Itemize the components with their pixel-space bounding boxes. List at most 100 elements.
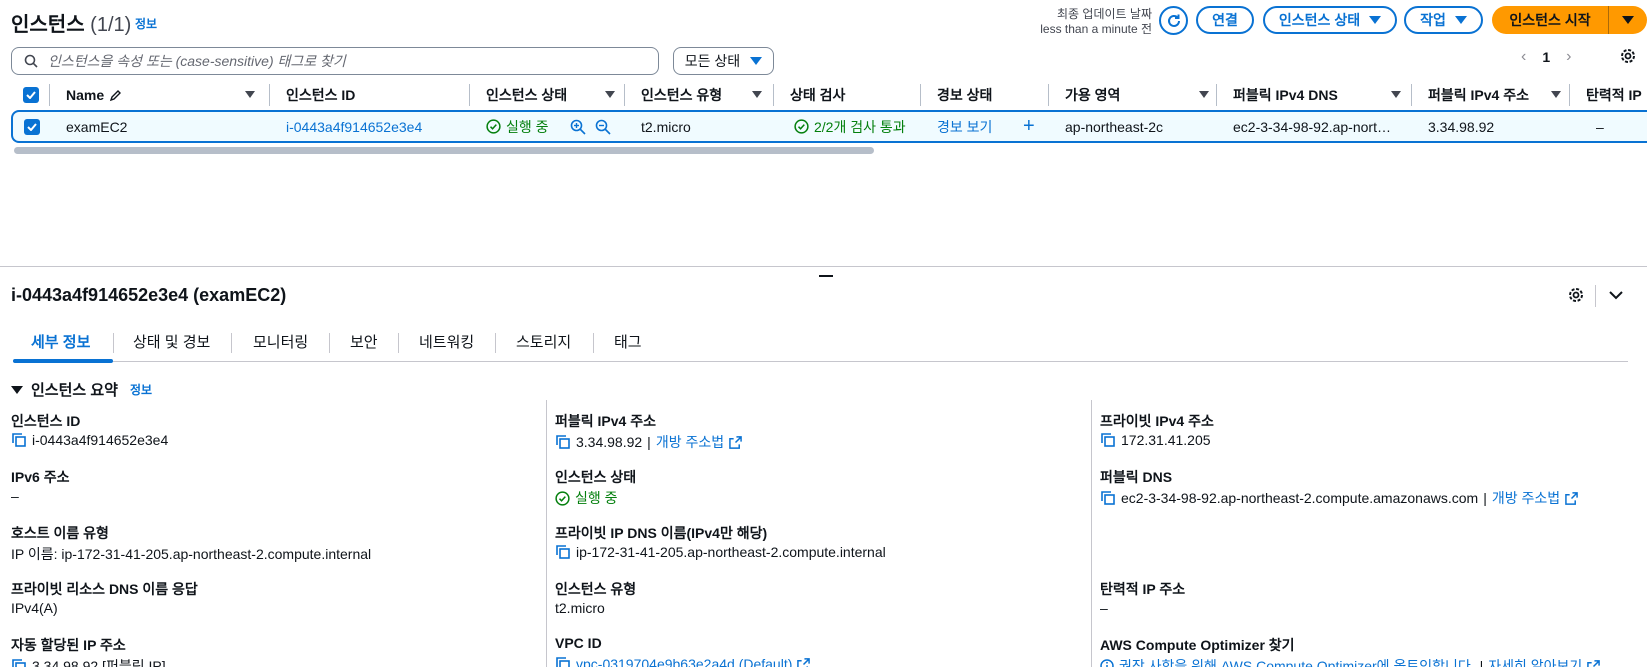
status-filter-select[interactable]: 모든 상태 bbox=[673, 47, 774, 75]
gear-icon[interactable] bbox=[1618, 46, 1638, 66]
launch-dropdown-button[interactable] bbox=[1609, 16, 1647, 24]
pagination: ‹ 1 › bbox=[1521, 48, 1571, 66]
column-header-az[interactable]: 가용 영역 bbox=[1065, 84, 1120, 106]
page-number[interactable]: 1 bbox=[1542, 49, 1550, 65]
tab-networking[interactable]: 네트워킹 bbox=[419, 331, 474, 352]
tab-divider bbox=[593, 333, 594, 353]
copy-icon[interactable] bbox=[1100, 490, 1116, 506]
tab-details[interactable]: 세부 정보 bbox=[31, 331, 90, 352]
column-header-status-check[interactable]: 상태 검사 bbox=[790, 84, 845, 106]
table-row[interactable]: examEC2 i-0443a4f914652e3e4 실행 중 t2.micr… bbox=[11, 110, 1647, 143]
connect-button[interactable]: 연결 bbox=[1196, 6, 1254, 34]
learn-more-link[interactable]: 자세히 알아보기 bbox=[1488, 656, 1582, 667]
chevron-right-icon[interactable]: › bbox=[1566, 48, 1571, 66]
field-value-row: ip-172-31-41-205.ap-northeast-2.compute.… bbox=[555, 544, 886, 560]
column-state-label: 인스턴스 상태 bbox=[486, 87, 568, 103]
view-alarms-link[interactable]: 경보 보기 bbox=[937, 112, 992, 141]
chevron-down-icon[interactable] bbox=[1608, 287, 1624, 303]
column-header-elastic[interactable]: 탄력적 IP bbox=[1586, 84, 1647, 106]
external-link-icon[interactable] bbox=[797, 657, 811, 667]
copy-icon[interactable] bbox=[555, 656, 571, 667]
row-checkbox[interactable] bbox=[24, 112, 40, 141]
table-header-row: Name 인스턴스 ID 인스턴스 상태 인스턴스 유형 상태 검사 경보 상태… bbox=[11, 84, 1647, 106]
column-type-label: 인스턴스 유형 bbox=[641, 87, 723, 103]
refresh-button[interactable] bbox=[1159, 6, 1188, 35]
tab-storage[interactable]: 스토리지 bbox=[516, 331, 571, 352]
column-header-alarm[interactable]: 경보 상태 bbox=[937, 84, 992, 106]
column-divider bbox=[1569, 84, 1570, 106]
column-header-name[interactable]: Name bbox=[66, 84, 122, 106]
select-all-checkbox[interactable] bbox=[23, 84, 39, 106]
status-check-text: 2/2개 검사 통과 bbox=[814, 118, 906, 135]
column-name-label: Name bbox=[66, 87, 105, 103]
button-divider bbox=[1608, 6, 1609, 34]
copy-icon[interactable] bbox=[1100, 432, 1116, 448]
divider bbox=[1595, 285, 1596, 307]
column-dns-label: 퍼블릭 IPv4 DNS bbox=[1233, 87, 1338, 103]
column-header-type[interactable]: 인스턴스 유형 bbox=[641, 84, 722, 106]
copy-icon[interactable] bbox=[11, 432, 27, 448]
copy-icon[interactable] bbox=[555, 544, 571, 560]
tab-status-alarms[interactable]: 상태 및 경보 bbox=[133, 331, 210, 352]
info-link[interactable]: 정보 bbox=[135, 15, 157, 32]
vpc-link[interactable]: vpc-0319704e9b63e2a4d (Default) bbox=[576, 656, 792, 667]
instances-table: Name 인스턴스 ID 인스턴스 상태 인스턴스 유형 상태 검사 경보 상태… bbox=[11, 84, 1647, 143]
external-link-icon[interactable] bbox=[1565, 491, 1578, 505]
field-elastic-ip: 탄력적 IP 주소 – bbox=[1100, 579, 1185, 616]
field-compute-optimizer: AWS Compute Optimizer 찾기 권장 사항을 위해 AWS C… bbox=[1100, 635, 1601, 667]
tab-monitoring[interactable]: 모니터링 bbox=[253, 331, 308, 352]
chevron-left-icon[interactable]: ‹ bbox=[1521, 48, 1526, 66]
column-divider bbox=[1048, 84, 1049, 106]
field-value-row: 권장 사항을 위해 AWS Compute Optimizer에 옵트인합니다.… bbox=[1100, 656, 1601, 667]
drag-handle-icon[interactable] bbox=[819, 275, 833, 277]
tab-security[interactable]: 보안 bbox=[350, 331, 378, 352]
open-address-link[interactable]: 개방 주소법 bbox=[1492, 488, 1560, 508]
search-input[interactable] bbox=[48, 53, 648, 69]
field-value-row: 172.31.41.205 bbox=[1100, 432, 1214, 448]
column-header-id[interactable]: 인스턴스 ID bbox=[286, 84, 355, 106]
external-link-icon[interactable] bbox=[1587, 659, 1601, 667]
copy-icon[interactable] bbox=[555, 434, 571, 450]
open-address-link[interactable]: 개방 주소법 bbox=[656, 432, 724, 452]
field-value: 3.34.98.92 [퍼블릭 IP] bbox=[32, 658, 166, 667]
zoom-out-icon[interactable] bbox=[595, 119, 611, 135]
instance-state-button[interactable]: 인스턴스 상태 bbox=[1263, 6, 1397, 34]
cell-instance-id-link[interactable]: i-0443a4f914652e3e4 bbox=[286, 112, 422, 141]
horizontal-scrollbar[interactable] bbox=[14, 147, 874, 154]
search-box bbox=[11, 47, 659, 75]
panel-splitter[interactable] bbox=[0, 266, 1647, 267]
cell-name: examEC2 bbox=[66, 118, 128, 135]
field-vpc-id: VPC ID vpc-0319704e9b63e2a4d (Default) bbox=[555, 635, 811, 667]
caret-down-icon bbox=[1622, 16, 1634, 24]
add-alarm-icon[interactable]: + bbox=[1023, 112, 1035, 141]
field-value: 3.34.98.92 bbox=[576, 434, 643, 450]
cell-dns: ec2-3-34-98-92.ap-nort… bbox=[1233, 118, 1391, 135]
actions-button[interactable]: 작업 bbox=[1404, 6, 1483, 34]
state-text: 실행 중 bbox=[506, 118, 549, 135]
tab-tags[interactable]: 태그 bbox=[614, 331, 642, 352]
optimizer-opt-in-link[interactable]: 권장 사항을 위해 AWS Compute Optimizer에 옵트인합니다. bbox=[1119, 656, 1475, 667]
refresh-icon bbox=[1167, 14, 1180, 27]
column-header-state[interactable]: 인스턴스 상태 bbox=[486, 84, 567, 106]
field-public-dns: 퍼블릭 DNS ec2-3-34-98-92.ap-northeast-2.co… bbox=[1100, 467, 1578, 508]
copy-icon[interactable] bbox=[11, 658, 27, 667]
tab-divider bbox=[329, 333, 330, 353]
field-label: 호스트 이름 유형 bbox=[11, 525, 109, 541]
column-id-label: 인스턴스 ID bbox=[286, 87, 356, 103]
instance-summary-header[interactable]: 인스턴스 요약 정보 bbox=[11, 379, 152, 400]
column-divider bbox=[546, 400, 547, 667]
field-label: IPv6 주소 bbox=[11, 469, 70, 485]
info-link[interactable]: 정보 bbox=[130, 381, 152, 398]
zoom-in-icon[interactable] bbox=[570, 119, 586, 135]
summary-title: 인스턴스 요약 bbox=[31, 382, 118, 399]
separator: | bbox=[1483, 490, 1487, 506]
gear-icon[interactable] bbox=[1566, 285, 1586, 305]
external-link-icon[interactable] bbox=[729, 435, 742, 449]
field-label: 자동 할당된 IP 주소 bbox=[11, 637, 126, 653]
field-ipv6: IPv6 주소 – bbox=[11, 467, 69, 504]
column-az-label: 가용 영역 bbox=[1065, 87, 1121, 103]
column-header-dns[interactable]: 퍼블릭 IPv4 DNS bbox=[1233, 84, 1338, 106]
launch-instances-button[interactable]: 인스턴스 시작 bbox=[1492, 6, 1647, 34]
column-header-ipv4[interactable]: 퍼블릭 IPv4 주소 bbox=[1428, 84, 1529, 106]
cell-type: t2.micro bbox=[641, 118, 691, 135]
